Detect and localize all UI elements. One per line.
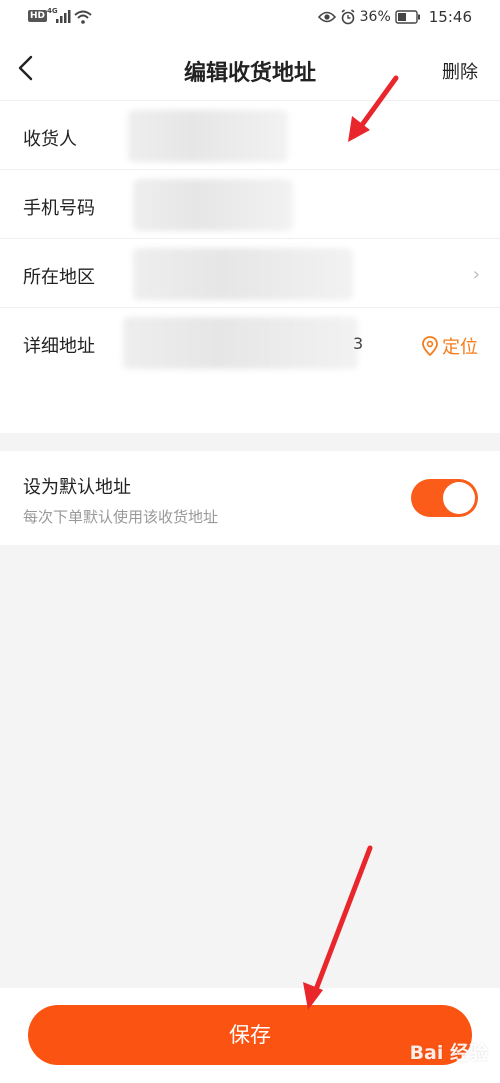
locate-button[interactable]: 定位 xyxy=(421,333,478,359)
delete-button[interactable]: 删除 xyxy=(442,58,478,84)
location-pin-icon xyxy=(422,336,438,356)
save-button[interactable]: 保存 xyxy=(28,1005,472,1065)
locate-label: 定位 xyxy=(442,337,478,358)
bottom-bar: 保存 xyxy=(0,988,500,1083)
toggle-knob xyxy=(443,482,475,514)
recipient-input[interactable] xyxy=(128,110,288,162)
default-address-toggle[interactable] xyxy=(411,479,478,517)
status-right-group: 36% 15:46 xyxy=(317,8,472,26)
wifi-icon xyxy=(74,10,92,24)
app-header: 编辑收货地址 删除 xyxy=(0,36,500,101)
signal-icon xyxy=(56,10,71,23)
eye-icon xyxy=(317,11,336,23)
recipient-label: 收货人 xyxy=(23,129,77,150)
clock: 15:46 xyxy=(428,8,472,26)
alarm-icon xyxy=(341,9,355,25)
page-title: 编辑收货地址 xyxy=(183,61,316,86)
phone-label: 手机号码 xyxy=(23,198,95,219)
phone-input[interactable] xyxy=(133,179,293,231)
address-form: 收货人 手机号码 所在地区 › 详细地址 3 定位 xyxy=(0,101,500,433)
detail-address-input[interactable] xyxy=(123,317,358,369)
default-address-subtitle: 每次下单默认使用该收货地址 xyxy=(23,508,219,526)
hd-indicator: HD xyxy=(28,10,48,22)
detail-address-row[interactable]: 详细地址 3 定位 xyxy=(0,308,500,388)
battery-percent: 36% xyxy=(359,9,391,25)
detail-address-label: 详细地址 xyxy=(23,336,95,357)
watermark: Bai 经验 xyxy=(409,1042,488,1064)
status-bar: HD 4G 36% 15:46 xyxy=(0,0,500,36)
battery-icon xyxy=(395,10,420,24)
region-value[interactable] xyxy=(133,248,353,300)
chevron-right-icon: › xyxy=(472,264,480,285)
detail-address-tail: 3 xyxy=(353,334,364,353)
phone-row[interactable]: 手机号码 xyxy=(0,170,500,239)
default-address-title: 设为默认地址 xyxy=(23,477,131,498)
region-row[interactable]: 所在地区 › xyxy=(0,239,500,308)
default-address-section: 设为默认地址 每次下单默认使用该收货地址 xyxy=(0,451,500,545)
region-label: 所在地区 xyxy=(23,267,95,288)
recipient-row[interactable]: 收货人 xyxy=(0,101,500,170)
